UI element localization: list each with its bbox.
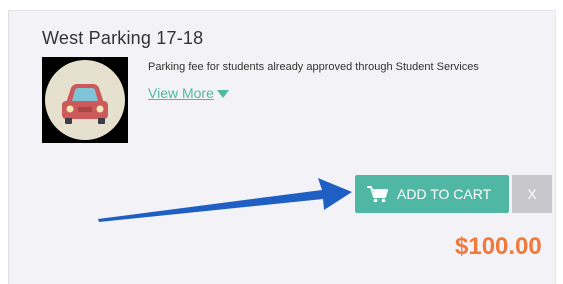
product-title: West Parking 17-18 (42, 28, 204, 48)
add-to-cart-button[interactable]: ADD TO CART (355, 175, 509, 213)
remove-item-button[interactable]: X (512, 175, 552, 213)
shopping-cart-icon (367, 185, 389, 203)
caret-down-icon (216, 90, 229, 98)
view-more-link[interactable]: View More (148, 85, 229, 101)
product-price: $100.00 (455, 233, 542, 260)
product-thumbnail (42, 57, 128, 143)
car-icon (45, 60, 125, 140)
add-to-cart-label: ADD TO CART (397, 186, 492, 202)
product-description: Parking fee for students already approve… (148, 61, 479, 73)
view-more-label: View More (148, 85, 214, 101)
product-card: West Parking 17-18 Parking fee for stude… (8, 10, 556, 284)
